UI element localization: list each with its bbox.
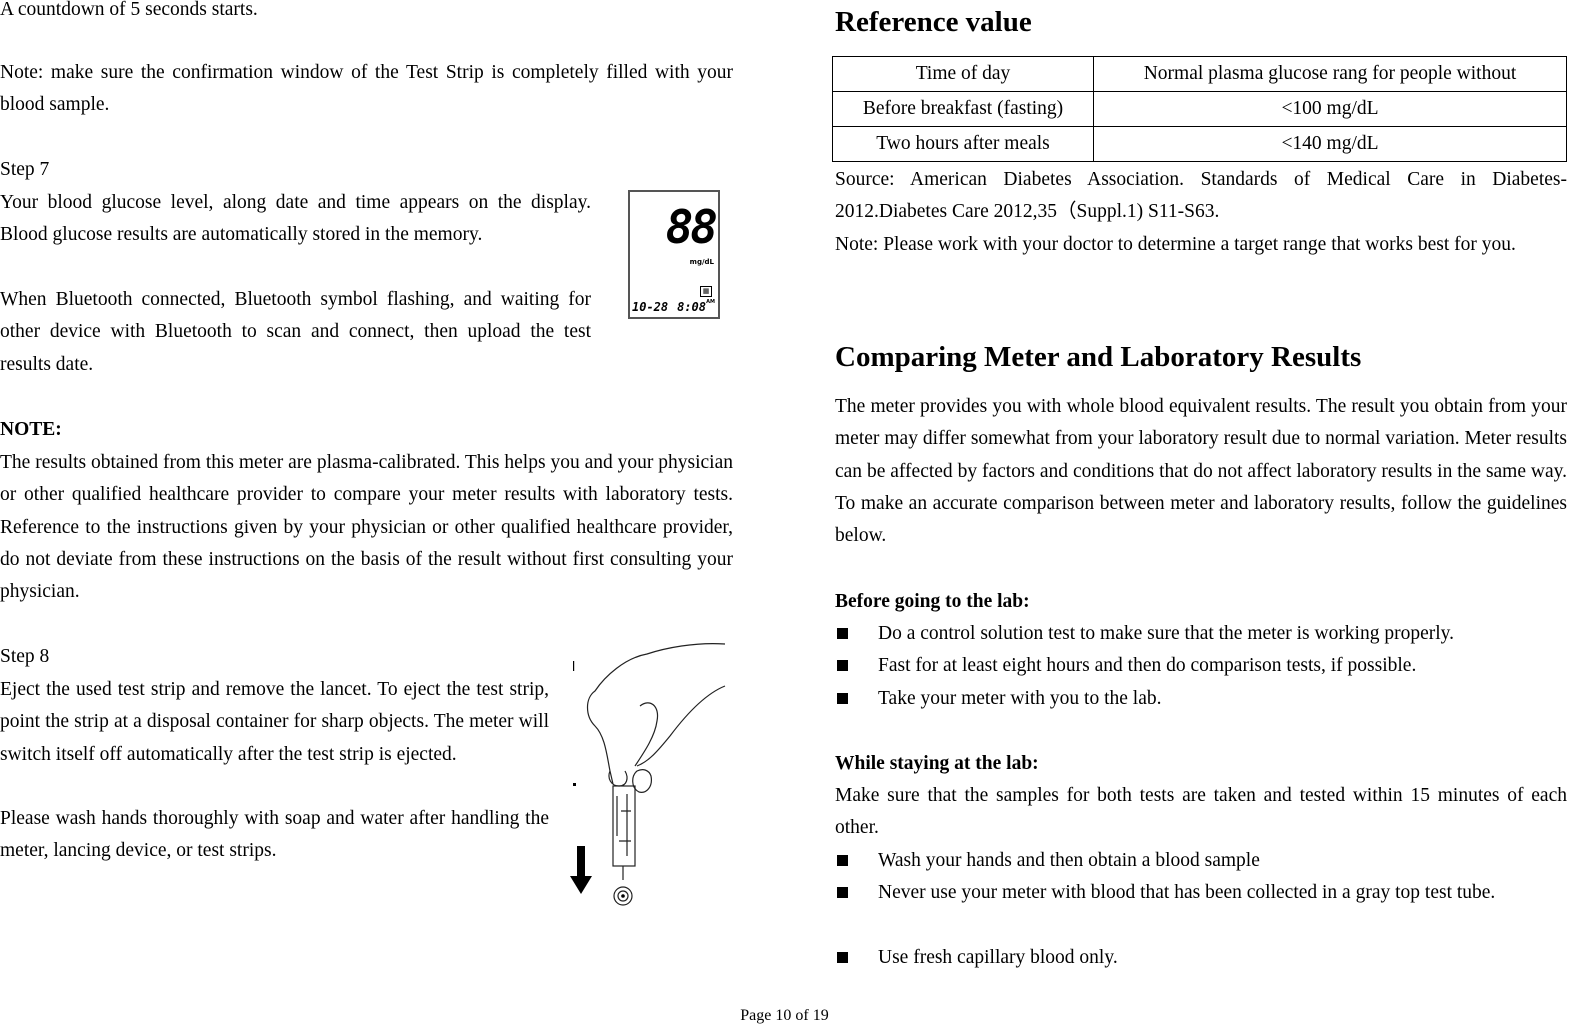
disposal-container-dot (621, 894, 625, 898)
eject-strip-illustration (570, 643, 726, 906)
table-header-row: Time of day Normal plasma glucose rang f… (832, 56, 1567, 92)
step8-paragraph-1: Eject the used test strip and remove the… (0, 679, 549, 765)
marker-line (573, 661, 575, 671)
source-text: Source: American Diabetes Association. S… (835, 169, 1567, 223)
reference-table: Time of day Normal plasma glucose rang f… (832, 56, 1567, 162)
note-title: NOTE: (0, 419, 62, 440)
while-lab-title: While staying at the lab: (835, 753, 1039, 774)
while-lab-body: Make sure that the samples for both test… (835, 785, 1567, 839)
page-number: Page 10 of 19 (740, 1007, 829, 1024)
table-header-cell: Time of day (832, 56, 1094, 92)
step8-title: Step 8 (0, 646, 50, 667)
table-cell: Before breakfast (fasting) (832, 91, 1094, 127)
table-row: Two hours after meals <140 mg/dL (832, 126, 1567, 162)
meter-display-illustration: 88 mg/dL ▦ 10-28 8:08 AM (628, 190, 720, 319)
memory-icon: ▦ (700, 286, 712, 297)
target-range-note: Note: Please work with your doctor to de… (835, 234, 1516, 255)
square-bullet-icon (837, 855, 848, 866)
step7-paragraph-1: Your blood glucose level, along date and… (0, 192, 591, 246)
marker-dot (573, 783, 576, 786)
down-arrow-icon (570, 846, 592, 894)
square-bullet-icon (837, 952, 848, 963)
meter-date: 10-28 (632, 300, 669, 314)
step7-paragraph-2: When Bluetooth connected, Bluetooth symb… (0, 289, 591, 375)
meter-reading: 88 (665, 200, 718, 254)
square-bullet-icon (837, 887, 848, 898)
table-row: Before breakfast (fasting) <100 mg/dL (832, 91, 1567, 127)
meter-unit: mg/dL (689, 258, 714, 266)
note-fill-text: Note: make sure the confirmation window … (0, 62, 733, 116)
table-header-cell: Normal plasma glucose rang for people wi… (1093, 56, 1567, 92)
comparing-results-title: Comparing Meter and Laboratory Results (835, 341, 1362, 373)
table-cell: Two hours after meals (832, 126, 1094, 162)
meter-meridiem: AM (706, 299, 715, 305)
table-cell: <100 mg/dL (1093, 91, 1567, 127)
table-cell: <140 mg/dL (1093, 126, 1567, 162)
comparing-body: The meter provides you with whole blood … (835, 396, 1567, 547)
meter-time: 8:08 (677, 300, 706, 314)
square-bullet-icon (837, 660, 848, 671)
before-lab-title: Before going to the lab: (835, 591, 1030, 612)
square-bullet-icon (837, 693, 848, 704)
step7-title: Step 7 (0, 159, 50, 180)
step8-paragraph-2: Please wash hands thoroughly with soap a… (0, 808, 549, 862)
note-body: The results obtained from this meter are… (0, 452, 733, 603)
square-bullet-icon (837, 628, 848, 639)
reference-value-title: Reference value (835, 6, 1032, 38)
countdown-text: A countdown of 5 seconds starts. (0, 0, 258, 20)
